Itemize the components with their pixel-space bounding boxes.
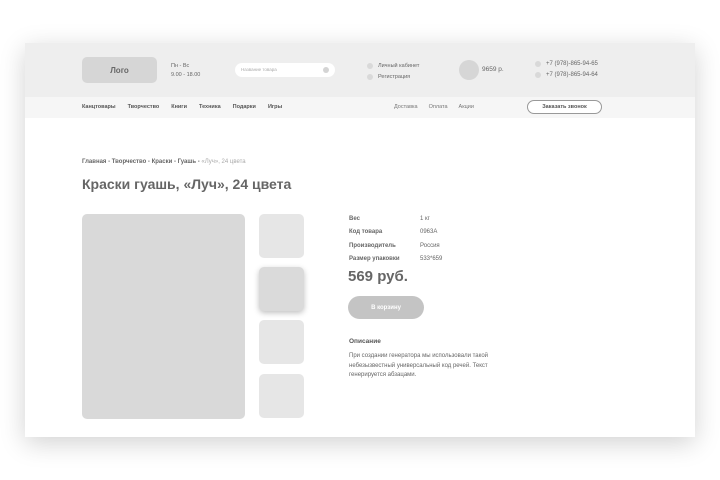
- breadcrumb: Главная - Творчество - Краски - Гуашь - …: [82, 159, 246, 165]
- working-hours: Пн - Вс 9.00 - 18.00: [171, 62, 200, 80]
- phone-icon: [535, 60, 541, 67]
- register-icon: [367, 73, 373, 80]
- spec-value: 533*659: [420, 256, 443, 263]
- phone-list: +7 (978)-865-94-65 +7 (978)-865-94-64: [535, 58, 598, 80]
- spec-value: 1 кг: [420, 215, 430, 222]
- nav-item-gifts[interactable]: Подарки: [233, 104, 256, 110]
- spec-row: Код товара 0963А: [349, 226, 442, 240]
- breadcrumb-path[interactable]: Главная - Творчество - Краски - Гуашь -: [82, 159, 200, 165]
- category-list: Канцтовары Творчество Книги Техника Пода…: [82, 104, 294, 110]
- account-label: Личный кабинет: [378, 62, 420, 69]
- spec-value: Россия: [420, 242, 440, 249]
- spec-row: Производитель Россия: [349, 239, 442, 253]
- phone-number: +7 (978)-865-94-65: [546, 60, 598, 67]
- user-icon: [367, 62, 373, 69]
- product-main-image[interactable]: [82, 214, 245, 419]
- search-icon[interactable]: [323, 67, 329, 73]
- product-thumbnail-selected[interactable]: [259, 267, 304, 311]
- link-promotions[interactable]: Акции: [459, 104, 474, 110]
- phone-icon: [535, 71, 541, 78]
- nav-item-stationery[interactable]: Канцтовары: [82, 104, 116, 110]
- account-link[interactable]: Личный кабинет: [367, 60, 419, 71]
- spec-row: Вес 1 кг: [349, 212, 442, 226]
- register-link[interactable]: Регистрация: [367, 71, 419, 82]
- link-payment[interactable]: Оплата: [429, 104, 448, 110]
- info-links: Доставка Оплата Акции: [394, 104, 485, 110]
- product-specs: Вес 1 кг Код товара 0963А Производитель …: [349, 212, 442, 266]
- product-thumbnail[interactable]: [259, 374, 304, 418]
- cart-balance: 9659 р.: [482, 66, 504, 73]
- description-text: При создании генератора мы использовали …: [349, 353, 489, 378]
- phone-item[interactable]: +7 (978)-865-94-65: [535, 58, 598, 69]
- nav-item-creativity[interactable]: Творчество: [128, 104, 160, 110]
- search-input[interactable]: Название товара: [235, 63, 335, 77]
- spec-label: Вес: [349, 215, 360, 222]
- product-price: 569 руб.: [348, 268, 408, 285]
- product-thumbnail[interactable]: [259, 214, 304, 258]
- spec-value: 0963А: [420, 229, 438, 236]
- description-heading: Описание: [349, 338, 381, 345]
- breadcrumb-current: «Луч», 24 цвета: [201, 159, 246, 165]
- hours-days: Пн - Вс: [171, 63, 190, 69]
- spec-label: Производитель: [349, 242, 396, 249]
- hours-time: 9.00 - 18.00: [171, 72, 201, 78]
- account-links: Личный кабинет Регистрация: [367, 60, 419, 82]
- cart-icon[interactable]: [459, 60, 479, 80]
- nav-item-games[interactable]: Игры: [268, 104, 282, 110]
- product-thumbnail[interactable]: [259, 320, 304, 364]
- phone-number: +7 (978)-865-94-64: [546, 71, 598, 78]
- spec-row: Размер упаковки 533*659: [349, 253, 442, 267]
- nav-item-books[interactable]: Книги: [171, 104, 187, 110]
- search-placeholder: Название товара: [241, 67, 277, 72]
- add-to-cart-button[interactable]: В корзину: [348, 296, 424, 319]
- category-nav: Канцтовары Творчество Книги Техника Пода…: [25, 97, 695, 118]
- request-call-button[interactable]: Заказать звонок: [527, 100, 602, 114]
- nav-item-tech[interactable]: Техника: [199, 104, 221, 110]
- link-delivery[interactable]: Доставка: [394, 104, 418, 110]
- phone-item[interactable]: +7 (978)-865-94-64: [535, 69, 598, 80]
- spec-label: Код товара: [349, 229, 383, 236]
- logo[interactable]: Лого: [82, 57, 157, 83]
- page-title: Краски гуашь, «Луч», 24 цвета: [82, 176, 292, 192]
- spec-label: Размер упаковки: [349, 256, 400, 263]
- register-label: Регистрация: [378, 73, 411, 80]
- page-frame: Лого Пн - Вс 9.00 - 18.00 Название товар…: [25, 43, 695, 437]
- top-header: Лого Пн - Вс 9.00 - 18.00 Название товар…: [25, 43, 695, 97]
